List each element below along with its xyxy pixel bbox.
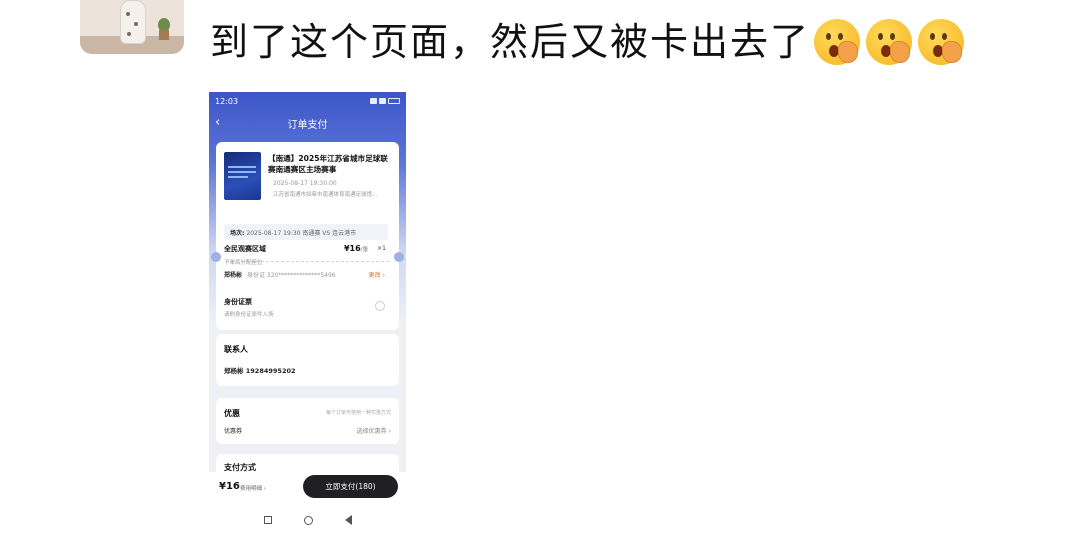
session-value: 2025-08-17 19:30 南通赛 VS 连云港市 (246, 229, 357, 237)
chevron-left-icon[interactable]: ‹ (215, 115, 220, 130)
area-name: 全民观赛区域 (224, 245, 266, 253)
battery-icon (388, 98, 400, 104)
ticket-notch-right (394, 252, 404, 262)
face-with-hand-over-mouth-icon (918, 19, 965, 65)
avatar-figure (120, 0, 146, 44)
area-price-value: ¥16 (343, 244, 361, 253)
contact-title: 联系人 (224, 345, 248, 354)
area-count: ×1 (377, 245, 386, 252)
system-nav-bar (209, 502, 406, 538)
avatar-pattern-dot (127, 32, 131, 36)
avatar-pot (159, 30, 169, 40)
promo-note: 每个订单可使用一种优惠方式 (325, 410, 391, 416)
area-note: 下单后分配座位 (224, 260, 263, 266)
signal-icon (370, 98, 377, 104)
session-bar: 场次: 2025-08-17 19:30 南通赛 VS 连云港市 (224, 224, 388, 240)
event-datetime: 2025-08-17 19:30:00 (273, 180, 337, 187)
attendee-id-number: 320**************5496 (266, 272, 336, 279)
phone-screenshot[interactable]: 12:03 ‹ 订单支付 【南通】2025年江苏省城市足球联赛南通赛区主场赛事 … (209, 92, 406, 538)
poster-text-line (228, 176, 248, 178)
ticket-notch-left (211, 252, 221, 262)
event-poster[interactable] (224, 152, 261, 200)
chevron-right-icon: › (388, 428, 391, 435)
id-ticket-radio[interactable] (375, 301, 385, 311)
area-price-unit: /张 (360, 247, 368, 253)
area-row: 全民观赛区域 ¥16/张 ×1 (224, 244, 392, 256)
status-time: 12:03 (215, 96, 239, 106)
fee-detail-link[interactable]: 费用明细 › (240, 484, 266, 492)
poster-text-line (228, 171, 256, 173)
coupon-select[interactable]: 选择优惠券 › (357, 426, 391, 435)
face-with-hand-over-mouth-icon (866, 19, 913, 65)
message-text: 到了这个页面，然后又被卡出去了 (210, 20, 811, 64)
chat-message: 到了这个页面，然后又被卡出去了 (210, 14, 965, 70)
bottom-pay-bar: ¥16 费用明细 › 立即支付(180) (209, 472, 406, 502)
event-title: 【南通】2025年江苏省城市足球联赛南通赛区主场赛事 (268, 154, 388, 174)
fee-detail-text: 费用明细 (240, 486, 263, 492)
coupon-label: 优惠券 (224, 428, 243, 435)
attendee-row[interactable]: 郑杨彬 身份证 320**************5496 更改 › (224, 270, 394, 280)
face-with-hand-over-mouth-icon (814, 19, 861, 65)
page-title: 订单支付 (287, 119, 328, 131)
avatar-pattern-dot (134, 22, 138, 26)
status-icons (370, 98, 400, 104)
emoji-group (814, 19, 965, 65)
nav-bar: ‹ 订单支付 (209, 112, 406, 134)
home-icon[interactable] (303, 515, 313, 525)
change-attendee-link[interactable]: 更改 › (369, 270, 385, 279)
area-price: ¥16/张 (344, 244, 368, 253)
avatar-pattern-dot (126, 12, 130, 16)
id-ticket-title: 身份证票 (224, 298, 252, 306)
back-triangle-icon[interactable] (344, 515, 352, 525)
promo-title: 优惠 (224, 409, 240, 418)
change-label: 更改 (368, 272, 381, 279)
coupon-select-text: 选择优惠券 (356, 428, 387, 435)
event-venue: 江苏省南通市如皋市南通体育南通足球馆... (273, 192, 378, 198)
attendee-name: 郑杨彬 (224, 272, 243, 279)
pay-now-button[interactable]: 立即支付(180) (303, 475, 398, 498)
contact-value[interactable]: 郑杨彬 19284995202 (224, 365, 296, 375)
session-label: 场次: (230, 229, 245, 237)
poster-text-line (228, 166, 256, 168)
recent-apps-icon[interactable] (263, 516, 272, 524)
promo-card: 优惠 每个订单可使用一种优惠方式 优惠券 选择优惠券 › (216, 398, 399, 444)
wifi-icon (379, 98, 386, 104)
contact-card: 联系人 郑杨彬 19284995202 (216, 334, 399, 386)
status-bar: 12:03 (209, 92, 406, 110)
total-price: ¥16 (219, 481, 240, 492)
avatar[interactable] (80, 0, 184, 54)
attendee-id-label: 身份证 (246, 272, 265, 279)
id-ticket-note: 请刷身份证原件入场 (224, 312, 274, 318)
